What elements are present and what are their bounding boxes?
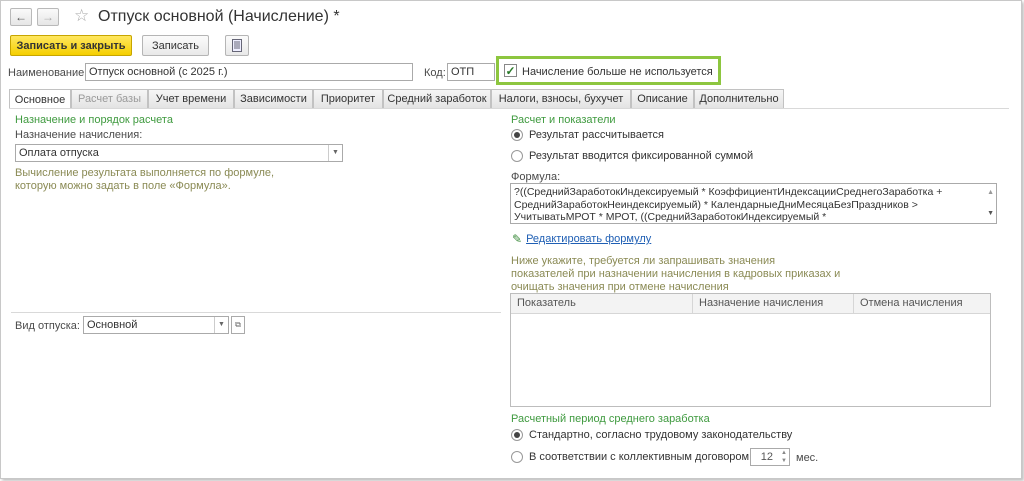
unused-checkbox-label: Начисление больше не используется [522,66,713,78]
radio-button-selected[interactable] [511,429,523,441]
formula-line: СреднийЗаработокНеиндексируемый) * Кален… [514,198,918,211]
months-unit: мес. [796,452,819,464]
vacation-type-select[interactable]: Основной ▼ [83,316,229,334]
months-value: 12 [760,451,773,463]
name-label: Наименование: [8,67,88,79]
save-button[interactable]: Записать [142,35,209,56]
radio-standard-label: Стандартно, согласно трудовому законодат… [529,429,793,441]
vacation-type-value: Основной [87,319,138,331]
formula-hint: Вычисление результата выполняется по фор… [15,167,274,193]
formula-field[interactable]: ?((СреднийЗаработокИндексируемый * Коэфф… [510,183,997,224]
tab-base-calc[interactable]: Расчет базы [71,89,148,108]
favorite-star-icon[interactable]: ☆ [74,6,89,26]
indicators-table[interactable]: Показатель Назначение начисления Отмена … [510,293,991,407]
edit-formula-link[interactable]: Редактировать формулу [526,233,651,245]
column-header[interactable]: Отмена начисления [854,294,990,313]
forward-button[interactable]: → [37,8,59,26]
code-field[interactable]: ОТП [447,63,495,81]
radio-calculated[interactable]: Результат рассчитывается [511,129,664,141]
tab-taxes[interactable]: Налоги, взносы, бухучет [491,89,631,108]
formula-hint-line: Вычисление результата выполняется по фор… [15,167,275,179]
tab-time-accounting[interactable]: Учет времени [148,89,234,108]
stepper-arrows-icon[interactable]: ▲ ▼ [781,449,787,465]
arrow-left-icon: ← [15,10,27,24]
pencil-icon: ✎ [512,232,523,246]
left-section-title: Назначение и порядок расчета [15,114,173,126]
left-divider [11,312,501,313]
code-label: Код: [424,67,446,79]
formula-label: Формула: [511,171,561,183]
window-title: Отпуск основной (Начисление) * [98,8,340,25]
indicators-hint: Ниже укажите, требуется ли запрашивать з… [511,255,840,294]
tab-average-earnings[interactable]: Средний заработок [383,89,491,108]
right-section-title: Расчет и показатели [511,114,616,126]
arrow-right-icon: → [42,10,54,24]
purpose-value: Оплата отпуска [19,147,99,159]
radio-button-selected[interactable] [511,129,523,141]
radio-fixed[interactable]: Результат вводится фиксированной суммой [511,150,753,162]
radio-standard[interactable]: Стандартно, согласно трудовому законодат… [511,429,792,441]
table-header: Показатель Назначение начисления Отмена … [511,294,990,314]
tab-panel-border [9,108,1009,109]
dropdown-arrow-icon[interactable]: ▼ [328,145,342,161]
dropdown-arrow-icon[interactable]: ▼ [214,317,228,333]
purpose-label: Назначение начисления: [15,129,143,141]
edit-formula[interactable]: ✎ Редактировать формулу [512,232,651,246]
vacation-type-label: Вид отпуска: [15,320,80,332]
tab-priority[interactable]: Приоритет [313,89,383,108]
radio-button[interactable] [511,451,523,463]
radio-collective-label: В соответствии с коллективным договором [529,451,750,463]
open-icon[interactable]: ⧉ [231,316,245,334]
unused-checkbox[interactable]: ✓ [504,64,517,77]
tab-additional[interactable]: Дополнительно [694,89,784,108]
indicators-hint-line: Ниже укажите, требуется ли запрашивать з… [511,255,776,267]
formula-line: ?((СреднийЗаработокИндексируемый * Коэфф… [514,186,943,198]
scroll-down-icon[interactable]: ▼ [987,208,994,221]
tab-description[interactable]: Описание [631,89,694,108]
document-list-icon [232,39,242,52]
column-header[interactable]: Показатель [511,294,693,313]
radio-calculated-label: Результат рассчитывается [529,129,664,141]
radio-collective[interactable]: В соответствии с коллективным договором [511,451,749,463]
document-window: ← → ☆ Отпуск основной (Начисление) * Зап… [0,0,1022,479]
tab-main[interactable]: Основное [9,89,71,109]
tab-bar: Основное Расчет базы Учет времени Зависи… [9,89,784,109]
tab-dependencies[interactable]: Зависимости [234,89,313,108]
checkmark-icon: ✓ [505,63,516,78]
save-and-close-button[interactable]: Записать и закрыть [10,35,132,56]
radio-button[interactable] [511,150,523,162]
scroll-up-icon[interactable]: ▲ [987,187,994,200]
indicators-hint-line: показателей при назначении начисления в … [511,268,841,280]
months-stepper[interactable]: 12 ▲ ▼ [750,448,790,466]
report-button[interactable] [225,35,249,56]
back-button[interactable]: ← [10,8,32,26]
formula-line: УчитыватьМРОТ * МРОТ, ((СреднийЗаработок… [514,211,827,223]
purpose-select[interactable]: Оплата отпуска ▼ [15,144,343,162]
name-field[interactable]: Отпуск основной (с 2025 г.) [85,63,413,81]
radio-fixed-label: Результат вводится фиксированной суммой [529,150,754,162]
period-section-title: Расчетный период среднего заработка [511,413,710,425]
column-header[interactable]: Назначение начисления [693,294,854,313]
formula-hint-line: которую можно задать в поле «Формула». [15,180,231,192]
